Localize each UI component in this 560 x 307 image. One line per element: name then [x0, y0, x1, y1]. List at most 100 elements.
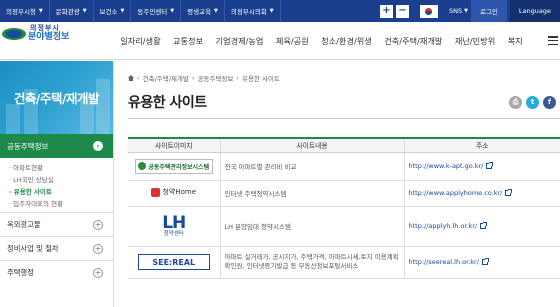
- table-row: SEE:REAL 아파트 실거래가, 공시지가, 주택가격, 아파트시세,토지 …: [128, 246, 560, 279]
- site-desc-cell: 인터넷 주택청약시스템: [219, 180, 404, 207]
- top-link-culture[interactable]: 문화관광 ▼: [50, 0, 94, 22]
- nav-item-economy[interactable]: 기업경제/농업: [209, 35, 269, 47]
- site-url-cell: http://www.applyhome.co.kr/: [403, 180, 560, 207]
- sidebar: 건축/주택/재개발 공동주택정보 › · 아파트현황 · LH국민 상담실 · …: [0, 61, 114, 307]
- top-bar: 의정부시청 ▼ 문화관광 ▼ 보건소 ▼ 동주민센터 ▼ 평생교육 ▼ 의정부시의회 ▼ +…: [0, 0, 560, 22]
- top-utility: + − SNS ▼ 로그인 Language: [379, 0, 560, 22]
- sidebar-submenu: · 아파트현황 · LH국민 상담실 · 유용한 사이트 · 입주자대표의 현황: [0, 158, 113, 212]
- site-url-link[interactable]: http://applyh.lh.or.kr/: [409, 222, 478, 230]
- sidebar-header: 건축/주택/재개발: [0, 61, 113, 134]
- applyhome-logo[interactable]: 청약Home: [151, 187, 196, 197]
- column-header: 사이트이미지: [128, 138, 220, 153]
- print-icon[interactable]: ⎙: [509, 96, 522, 109]
- seereal-logo[interactable]: SEE:REAL: [137, 254, 210, 270]
- site-url-cell: http://applyh.lh.or.kr/: [403, 206, 560, 247]
- table-row: LH 청약센터 LH 분양임대 청약시스템 http://applyh.lh.or…: [128, 206, 560, 247]
- external-link-icon[interactable]: [480, 222, 488, 229]
- nav-item-environment[interactable]: 청소/환경/위생: [315, 35, 378, 47]
- site-url-cell: http://www.k-apt.go.kr/: [403, 152, 560, 181]
- site-image-cell: 공동주택관리정보시스템: [128, 152, 220, 181]
- header: 의정부시 분야별정보 일자리/생활 교통정보 기업경제/농업 체육/공원 청소/…: [0, 22, 560, 60]
- nav-item-traffic[interactable]: 교통정보: [167, 35, 210, 47]
- nav-item-sports[interactable]: 체육/공원: [270, 35, 315, 47]
- submenu-item[interactable]: · 입주자대표의 현황: [9, 198, 113, 210]
- site-logo[interactable]: 의정부시 분야별정보: [2, 24, 69, 43]
- plus-icon: +: [93, 220, 103, 230]
- language-button[interactable]: Language: [509, 0, 560, 22]
- nav-item-disaster[interactable]: 재난/민방위: [449, 35, 502, 47]
- nav-item-welfare[interactable]: 복지: [501, 35, 528, 47]
- chevron-right-icon: ›: [236, 74, 239, 82]
- chevron-right-icon: ›: [93, 141, 103, 151]
- site-image-cell: LH 청약센터: [128, 206, 220, 247]
- top-link-cityhall[interactable]: 의정부시청 ▼: [0, 0, 50, 22]
- table-row: 청약Home 인터넷 주택청약시스템 http://www.applyhome.…: [128, 180, 560, 207]
- breadcrumb-item[interactable]: 공동주택정보: [197, 73, 233, 83]
- chevron-down-icon: ▼: [269, 8, 274, 14]
- external-link-icon[interactable]: [486, 162, 494, 169]
- site-url-link[interactable]: http://www.k-apt.go.kr/: [409, 162, 484, 170]
- facebook-icon[interactable]: f: [543, 96, 556, 109]
- sidebar-title: 건축/주택/재개발: [13, 91, 100, 106]
- sns-button[interactable]: SNS ▼: [449, 7, 468, 15]
- sidebar-item-housing-admin[interactable]: 주택행정 +: [0, 260, 113, 284]
- site-url-cell: http://seereal.lh.or.kr/: [403, 246, 560, 279]
- top-link-council[interactable]: 의정부시의회 ▼: [225, 0, 281, 22]
- share-tools: ⎙ t f: [509, 96, 556, 109]
- logo-city-name: 의정부시: [30, 24, 60, 32]
- site-image-cell: 청약Home: [128, 180, 220, 207]
- sidebar-item-redevelopment[interactable]: 정비사업 및 절차 +: [0, 236, 113, 260]
- sidebar-item-apartment-info[interactable]: 공동주택정보 ›: [0, 134, 113, 158]
- site-url-link[interactable]: http://seereal.lh.or.kr/: [409, 258, 479, 266]
- breadcrumb: › 건축/주택/재개발 › 공동주택정보 › 유용한 사이트: [128, 73, 280, 83]
- zoom-out-button[interactable]: −: [395, 4, 409, 18]
- site-desc-cell: 전국 아파트별 관리비 비교: [219, 152, 404, 181]
- top-link-community-center[interactable]: 동주민센터 ▼: [131, 0, 182, 22]
- table-row: 공동주택관리정보시스템 전국 아파트별 관리비 비교 http://www.k-…: [128, 152, 560, 181]
- zoom-in-button[interactable]: +: [379, 4, 393, 18]
- column-header: 사이트내용: [219, 138, 404, 153]
- site-desc-cell: LH 분양임대 청약시스템: [219, 206, 404, 247]
- useful-sites-table: 사이트이미지 사이트내용 주소 공동주택관리정보시스템 전국 아파트별 관리비 …: [128, 137, 560, 279]
- nav-item-housing[interactable]: 건축/주택/재개발: [378, 35, 449, 47]
- page-title: 유용한 사이트: [128, 95, 207, 111]
- city-emblem-icon: [2, 25, 26, 43]
- site-desc-cell: 아파트 실거래가, 공시지가, 주택가격, 아파트시세,토지 이용계획확인원, …: [219, 246, 404, 279]
- submenu-item[interactable]: · LH국민 상담실: [9, 174, 113, 186]
- home-icon[interactable]: [128, 75, 134, 81]
- taegeuk-flag-icon: [419, 4, 438, 18]
- applyhome-logo-icon: [151, 187, 161, 197]
- breadcrumb-item[interactable]: 건축/주택/재개발: [143, 73, 189, 83]
- chevron-down-icon: ▼: [120, 8, 125, 14]
- top-link-health[interactable]: 보건소 ▼: [94, 0, 132, 22]
- menu-icon[interactable]: [548, 36, 558, 45]
- logo-section-name: 분야별정보: [28, 32, 70, 42]
- external-link-icon[interactable]: [481, 258, 489, 265]
- chevron-down-icon: ▼: [214, 8, 218, 14]
- external-link-icon[interactable]: [505, 189, 513, 196]
- twitter-icon[interactable]: t: [526, 96, 539, 109]
- chevron-down-icon: ▼: [38, 8, 43, 14]
- plus-icon: +: [93, 268, 103, 278]
- chevron-down-icon: ▼: [464, 8, 468, 14]
- submenu-item-active[interactable]: · 유용한 사이트: [9, 186, 113, 198]
- k-apt-logo-icon: [138, 162, 147, 170]
- lh-logo[interactable]: LH 청약센터: [162, 214, 186, 238]
- breadcrumb-item-current: 유용한 사이트: [241, 75, 280, 83]
- nav-item-jobs[interactable]: 일자리/생활: [114, 35, 167, 47]
- site-image-cell: SEE:REAL: [128, 246, 220, 279]
- site-url-link[interactable]: http://www.applyhome.co.kr/: [409, 189, 503, 197]
- top-link-education[interactable]: 평생교육 ▼: [181, 0, 225, 22]
- main-nav: 일자리/생활 교통정보 기업경제/농업 체육/공원 청소/환경/위생 건축/주택…: [114, 22, 529, 60]
- login-button[interactable]: 로그인: [470, 0, 507, 22]
- chevron-right-icon: ›: [191, 74, 195, 82]
- table-header-row: 사이트이미지 사이트내용 주소: [128, 138, 560, 153]
- k-apt-logo[interactable]: 공동주택관리정보시스템: [134, 158, 213, 174]
- title-divider: [128, 118, 560, 119]
- submenu-item[interactable]: · 아파트현황: [9, 162, 113, 174]
- family-site-links: 의정부시청 ▼ 문화관광 ▼ 보건소 ▼ 동주민센터 ▼ 평생교육 ▼ 의정부시의회 ▼: [0, 0, 281, 22]
- chevron-right-icon: ›: [137, 74, 140, 82]
- sidebar-item-outdoor-ads[interactable]: 옥외광고물 +: [0, 212, 113, 236]
- chevron-down-icon: ▼: [170, 8, 175, 14]
- plus-icon: +: [93, 244, 103, 254]
